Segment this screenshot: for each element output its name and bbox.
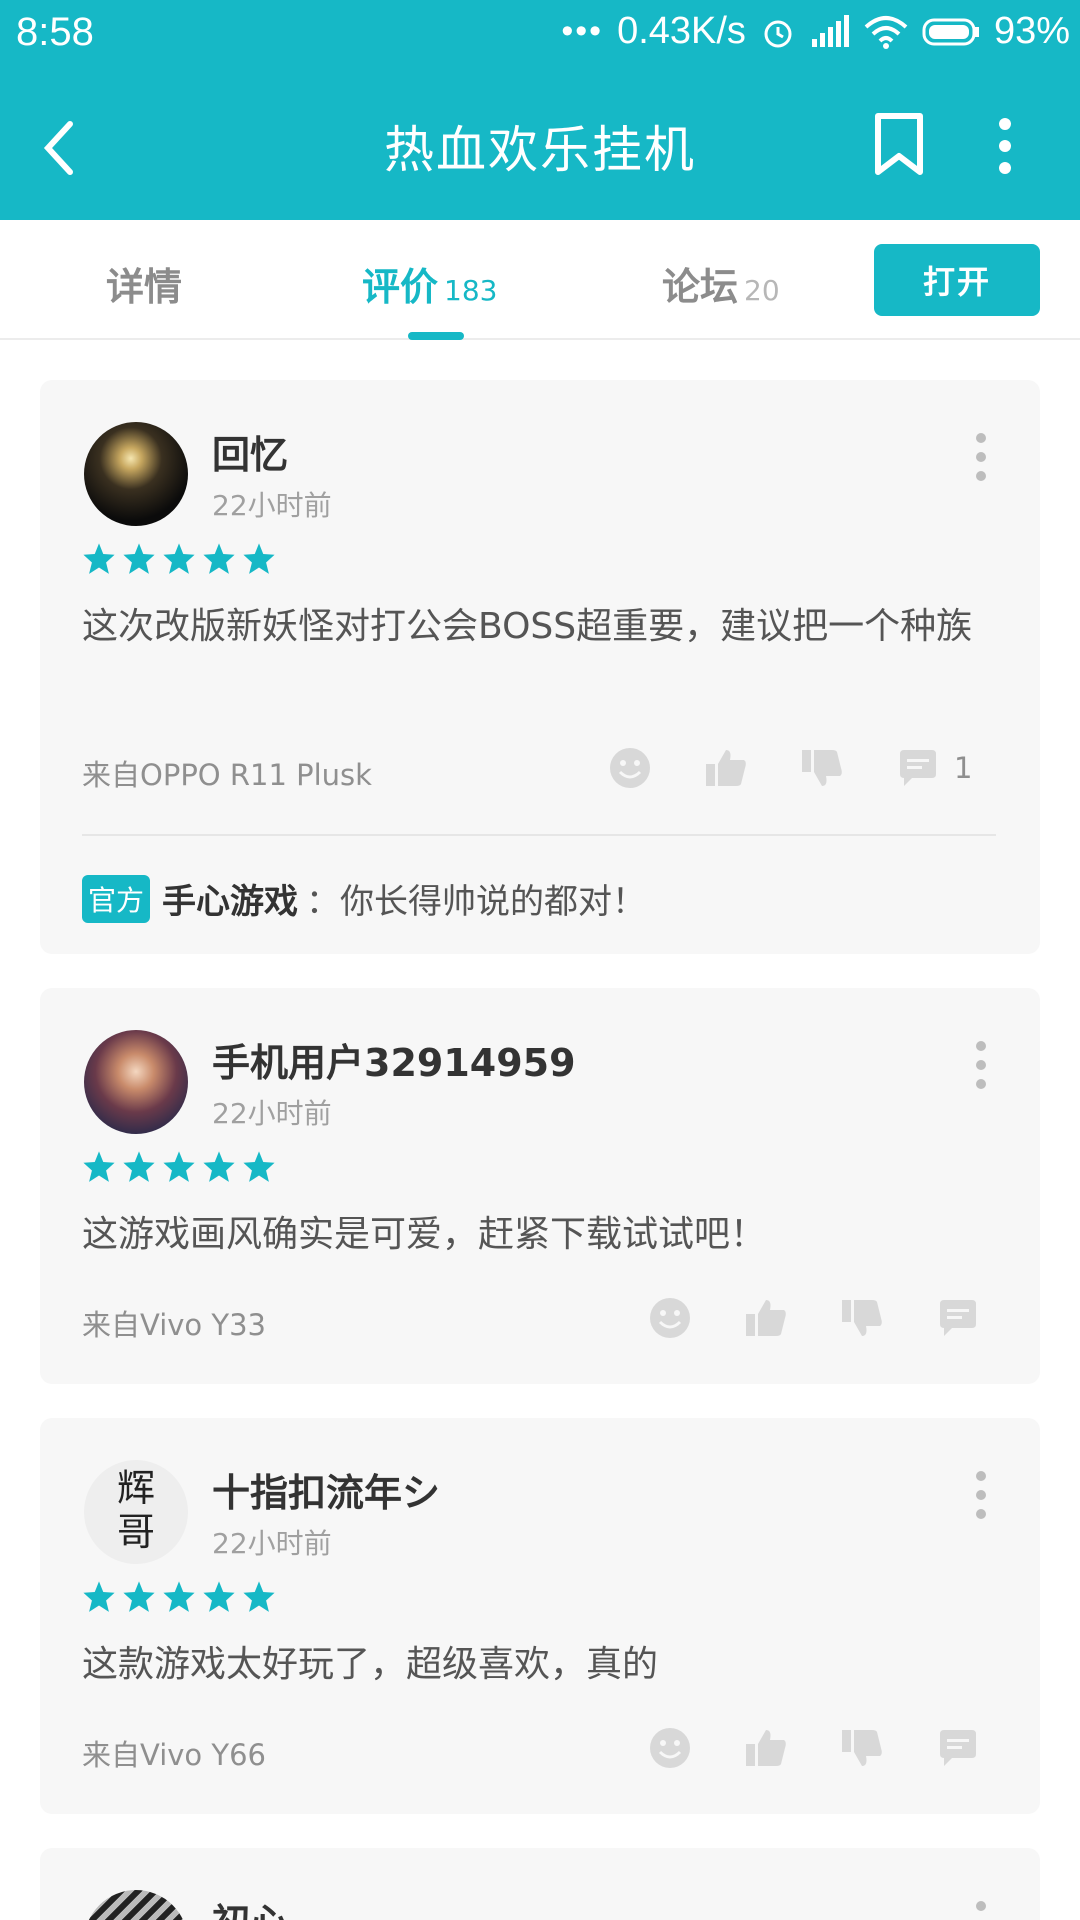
star-icon [243,1151,275,1182]
signal-icon [811,14,849,47]
star-icon [123,1151,155,1182]
star-icon [203,543,235,574]
review-more-icon[interactable] [974,1040,988,1090]
tab-reviews[interactable]: 评价 183 [362,256,497,311]
tab-forum-count: 20 [744,274,780,307]
star-icon [123,1581,155,1612]
avatar[interactable]: 辉哥 [84,1460,188,1564]
comment-icon[interactable] [936,1296,980,1340]
emoji-icon[interactable] [648,1296,692,1340]
avatar[interactable] [84,1890,188,1920]
more-notifications-icon: ••• [561,12,604,50]
rating-stars [82,1580,276,1614]
review-card: 辉哥 十指扣流年シ 22小时前 这款游戏太好玩了，超级喜欢，真的 来自Vivo … [40,1418,1040,1814]
review-actions [648,1296,980,1340]
status-bar: 8:58 ••• 0.43K/s 93% [0,0,1080,68]
official-reply: 官方 手心游戏 ：你长得帅说的都对！ [82,874,646,923]
star-icon [243,543,275,574]
official-reply-text: ：你长得帅说的都对！ [306,882,647,922]
status-time: 8:58 [16,10,94,54]
star-icon [203,1581,235,1612]
alarm-icon [764,20,792,47]
review-time: 22小时前 [212,1527,332,1560]
avatar[interactable] [84,422,188,526]
wifi-icon [864,15,908,49]
emoji-icon[interactable] [608,746,652,790]
tab-reviews-count: 183 [444,274,498,307]
official-reply-author[interactable]: 手心游戏 [162,874,298,923]
review-device: 来自OPPO R11 Plusk [82,758,372,792]
review-device: 来自Vivo Y33 [82,1308,266,1342]
avatar[interactable] [84,1030,188,1134]
status-right: ••• 0.43K/s 93% [561,10,1070,53]
review-card: 初心 [40,1848,1040,1920]
thumbs-up-icon[interactable] [744,1296,788,1340]
emoji-icon[interactable] [648,1726,692,1770]
star-icon [243,1581,275,1612]
review-more-icon[interactable] [974,1470,988,1520]
review-time: 22小时前 [212,489,332,522]
star-icon [203,1151,235,1182]
review-text[interactable]: 这款游戏太好玩了，超级喜欢，真的 [82,1636,1002,1694]
open-button[interactable]: 打开 [874,244,1040,316]
network-speed: 0.43K/s [617,10,746,52]
tab-forum-label: 论坛 [662,265,739,309]
reviewer-name[interactable]: 十指扣流年シ [212,1462,440,1517]
star-icon [163,1151,195,1182]
rating-stars [82,542,276,576]
active-tab-indicator [408,332,464,340]
review-text[interactable]: 这次改版新妖怪对打公会BOSS超重要，建议把一个种族 [82,598,1002,656]
rating-stars [82,1150,276,1184]
divider [82,834,996,836]
review-text[interactable]: 这游戏画风确实是可爱，赶紧下载试试吧！ [82,1206,1002,1264]
tab-details-label: 详情 [106,265,183,309]
review-more-icon[interactable] [974,1900,988,1920]
top-bar: 8:58 ••• 0.43K/s 93% 热血欢乐挂机 [0,0,1080,220]
battery-level: 93% [993,10,1070,52]
official-badge: 官方 [82,874,151,923]
star-icon [83,1581,115,1612]
thumbs-up-icon[interactable] [744,1726,788,1770]
tab-forum[interactable]: 论坛 20 [662,256,780,311]
thumbs-up-icon[interactable] [704,746,748,790]
thumbs-down-icon[interactable] [800,746,844,790]
review-card: 回忆 22小时前 这次改版新妖怪对打公会BOSS超重要，建议把一个种族 来自OP… [40,380,1040,954]
thumbs-down-icon[interactable] [840,1296,884,1340]
battery-icon [922,18,979,45]
tab-reviews-label: 评价 [362,265,439,309]
comment-icon[interactable] [896,746,940,790]
star-icon [163,543,195,574]
star-icon [83,543,115,574]
star-icon [163,1581,195,1612]
app-bar: 热血欢乐挂机 [0,90,1080,200]
reviewer-name[interactable]: 初心 [212,1892,288,1920]
bookmark-icon[interactable] [872,112,926,176]
avatar-calligraphy: 辉哥 [116,1466,155,1554]
review-more-icon[interactable] [974,432,988,482]
tab-details[interactable]: 详情 [106,256,182,311]
review-time: 22小时前 [212,1097,332,1130]
review-actions [648,1726,980,1770]
review-card: 手机用户32914959 22小时前 这游戏画风确实是可爱，赶紧下载试试吧！ 来… [40,988,1040,1384]
thumbs-down-icon[interactable] [840,1726,884,1770]
more-vertical-icon[interactable] [990,116,1020,176]
review-actions: 1 [608,746,972,790]
reviewer-name[interactable]: 回忆 [212,424,288,479]
star-icon [123,543,155,574]
star-icon [83,1151,115,1182]
review-device: 来自Vivo Y66 [82,1738,266,1772]
reply-count: 1 [954,751,973,785]
comment-icon[interactable] [936,1726,980,1770]
reviewer-name[interactable]: 手机用户32914959 [212,1032,576,1087]
